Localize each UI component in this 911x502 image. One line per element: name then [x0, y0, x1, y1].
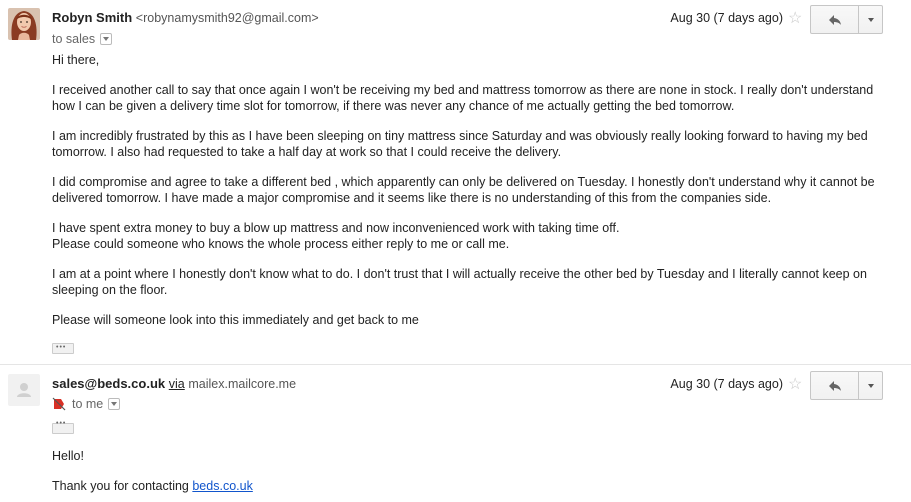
reply-button[interactable]	[810, 5, 859, 34]
email-message: sales@beds.co.uk via mailex.mailcore.me …	[0, 366, 911, 502]
body-paragraph: I am at a point where I honestly don't k…	[52, 267, 867, 297]
sender-avatar[interactable]	[8, 8, 40, 40]
via-host: mailex.mailcore.me	[188, 377, 297, 391]
recipient-details-dropdown[interactable]	[108, 398, 121, 410]
body-paragraph: I did compromise and agree to take a dif…	[52, 175, 875, 205]
important-marker-icon[interactable]	[52, 397, 66, 411]
body-text: Thank you for contacting	[52, 479, 193, 493]
recipient-details-dropdown[interactable]	[100, 33, 113, 45]
email-message: Robyn Smith <robynamysmith92@gmail.com> …	[0, 0, 911, 362]
reply-arrow-icon	[828, 380, 841, 391]
more-options-button[interactable]	[859, 371, 883, 400]
body-paragraph: Please will someone look into this immed…	[52, 313, 419, 327]
reply-button-group	[810, 5, 883, 34]
body-paragraph: I received another call to say that once…	[52, 83, 874, 113]
person-silhouette-icon	[8, 374, 40, 406]
recipient-text: to sales	[52, 32, 96, 46]
message-body: Hello! Thank you for contacting beds.co.…	[52, 448, 882, 494]
default-avatar[interactable]	[8, 374, 40, 406]
body-paragraph: I am incredibly frustrated by this as I …	[52, 129, 868, 159]
recipient-line: to me	[52, 397, 121, 411]
reply-arrow-icon	[828, 14, 841, 25]
show-trimmed-content-button[interactable]	[52, 420, 74, 434]
body-paragraph: Please could someone who knows the whole…	[52, 237, 510, 251]
star-icon[interactable]: ☆	[788, 374, 802, 394]
reply-button-group	[810, 371, 883, 400]
message-divider	[0, 364, 911, 365]
body-paragraph: I have spent extra money to buy a blow u…	[52, 221, 620, 235]
body-paragraph: Hi there,	[52, 53, 100, 67]
sender-name[interactable]: Robyn Smith	[52, 10, 132, 25]
chevron-down-icon	[867, 17, 874, 22]
star-icon[interactable]: ☆	[788, 8, 802, 28]
sender-line: Robyn Smith <robynamysmith92@gmail.com>	[52, 10, 319, 25]
reply-button[interactable]	[810, 371, 859, 400]
more-options-button[interactable]	[859, 5, 883, 34]
chevron-down-icon	[867, 383, 874, 388]
show-trimmed-content-button[interactable]	[52, 340, 74, 356]
via-link[interactable]: via	[169, 377, 185, 391]
website-link[interactable]: beds.co.uk	[192, 479, 252, 493]
message-body: Hi there, I received another call to say…	[52, 52, 882, 358]
sender-email: <robynamysmith92@gmail.com>	[135, 11, 319, 25]
recipient-text: to me	[72, 397, 104, 411]
sender-email[interactable]: sales@beds.co.uk	[52, 376, 165, 391]
body-paragraph: Hello!	[52, 449, 84, 463]
message-date[interactable]: Aug 30 (7 days ago)	[670, 377, 783, 391]
message-date[interactable]: Aug 30 (7 days ago)	[670, 11, 783, 25]
recipient-line: to sales	[52, 32, 113, 46]
sender-line: sales@beds.co.uk via mailex.mailcore.me	[52, 376, 296, 391]
